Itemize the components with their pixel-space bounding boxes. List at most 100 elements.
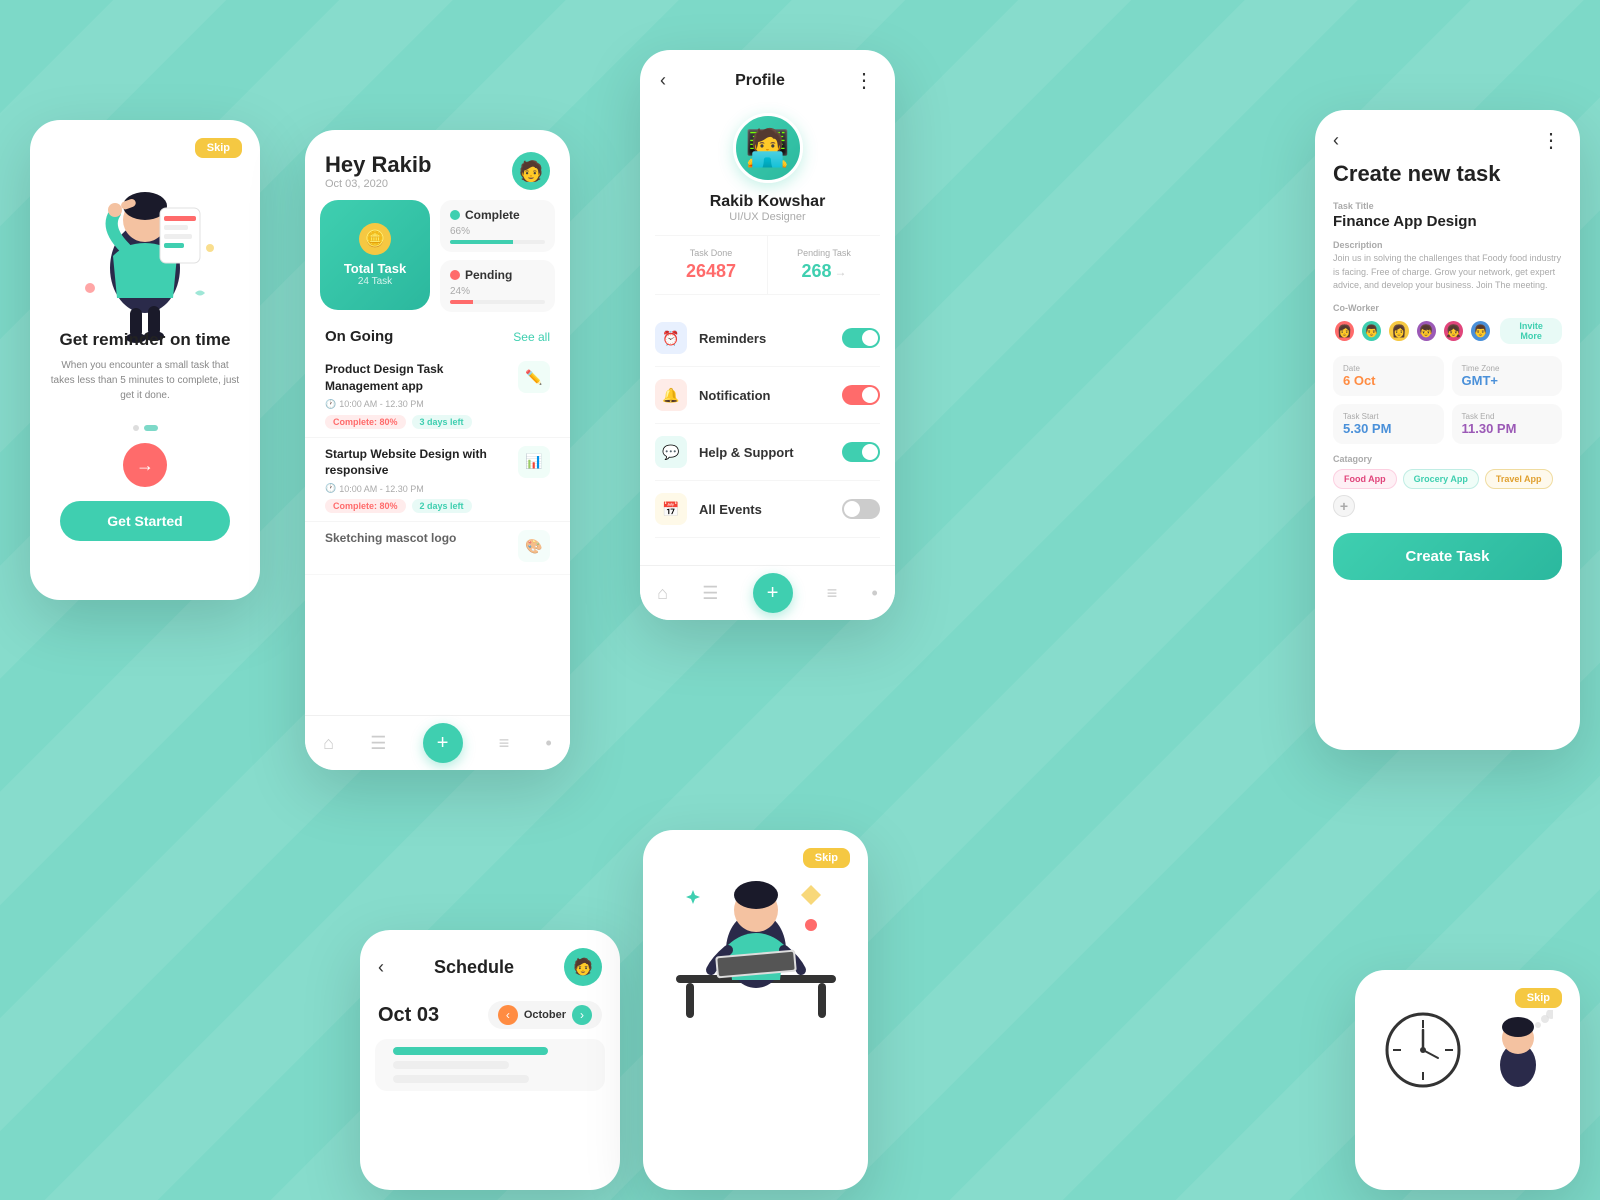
nav-filter-icon[interactable]: ☰ bbox=[370, 733, 386, 754]
reminders-toggle[interactable] bbox=[842, 328, 880, 348]
schedule-back-button[interactable]: ‹ bbox=[378, 957, 384, 978]
task-item-1-badges: Complete: 80% 3 days left bbox=[325, 415, 550, 429]
skip-button-2[interactable]: Skip bbox=[803, 848, 850, 868]
complete-mini-header: Complete bbox=[450, 208, 545, 222]
coin-icon: 🪙 bbox=[359, 223, 391, 255]
skip-button-3[interactable]: Skip bbox=[1515, 988, 1562, 1008]
nav-list-icon[interactable]: ≡ bbox=[499, 733, 510, 754]
profile-name: Rakib Kowshar bbox=[710, 193, 826, 211]
task-item-1-time: 🕐 10:00 AM - 12.30 PM bbox=[325, 399, 550, 410]
description-label: Description bbox=[1333, 240, 1562, 250]
profile-back-button[interactable]: ‹ bbox=[660, 70, 666, 91]
category-label: Catagory bbox=[1333, 454, 1562, 464]
reminders-label: Reminders bbox=[699, 331, 842, 346]
timezone-value: GMT+ bbox=[1462, 373, 1553, 388]
complete-dot bbox=[450, 210, 460, 220]
help-support-label: Help & Support bbox=[699, 445, 842, 460]
pending-task-label: Pending Task bbox=[768, 248, 880, 258]
complete-progress-bar bbox=[450, 240, 545, 244]
profile-nav-list[interactable]: ≡ bbox=[827, 583, 838, 604]
pending-pct: 24% bbox=[450, 286, 545, 297]
month-badge: ‹ October › bbox=[488, 1001, 602, 1029]
pending-label: Pending bbox=[465, 268, 512, 282]
setting-help-support[interactable]: 💬 Help & Support bbox=[655, 424, 880, 481]
help-support-toggle[interactable] bbox=[842, 442, 880, 462]
card-create-task: ‹ ⋮ Create new task Task Title Finance A… bbox=[1315, 110, 1580, 750]
chip-travel-app[interactable]: Travel App bbox=[1485, 469, 1553, 489]
task-title-value: Finance App Design bbox=[1333, 213, 1562, 230]
profile-header: ‹ Profile ⋮ bbox=[640, 50, 895, 103]
pending-dot bbox=[450, 270, 460, 280]
profile-avatar-section: 🧑‍💻 Rakib Kowshar UI/UX Designer bbox=[640, 103, 895, 235]
profile-more-button[interactable]: ⋮ bbox=[854, 68, 875, 93]
get-started-button[interactable]: Get Started bbox=[60, 501, 230, 541]
nav-more-icon[interactable]: • bbox=[546, 733, 552, 754]
task-item-2-name: Startup Website Design with responsive bbox=[325, 446, 518, 480]
ongoing-label: On Going bbox=[325, 328, 393, 345]
all-events-label: All Events bbox=[699, 502, 842, 517]
create-task-title: Create new task bbox=[1315, 161, 1580, 197]
fab-add-button[interactable]: + bbox=[423, 723, 463, 763]
setting-reminders[interactable]: ⏰ Reminders bbox=[655, 310, 880, 367]
setting-all-events[interactable]: 📅 All Events bbox=[655, 481, 880, 538]
task-item-2-badges: Complete: 80% 2 days left bbox=[325, 499, 550, 513]
task-item-3-icon: 🎨 bbox=[518, 530, 550, 562]
complete-pct: 66% bbox=[450, 226, 545, 237]
task-title-section: Task Title Finance App Design bbox=[1315, 197, 1580, 236]
dashboard-avatar[interactable]: 🧑 bbox=[512, 152, 550, 190]
coworker-section: Co-Worker 👩 👨 👩 👦 👧 👨 Invite More bbox=[1315, 299, 1580, 352]
create-task-header: ‹ ⋮ bbox=[1315, 110, 1580, 161]
total-task-count: 24 Task bbox=[358, 276, 392, 287]
coworker-avatar-6: 👨 bbox=[1469, 319, 1492, 343]
coworker-avatar-3: 👩 bbox=[1387, 319, 1410, 343]
all-events-toggle[interactable] bbox=[842, 499, 880, 519]
schedule-date-row: Oct 03 ‹ October › bbox=[360, 996, 620, 1039]
month-prev-button[interactable]: ‹ bbox=[498, 1005, 518, 1025]
chip-food-app[interactable]: Food App bbox=[1333, 469, 1397, 489]
task-item-3-header: Sketching mascot logo 🎨 bbox=[325, 530, 550, 562]
chip-add-button[interactable]: + bbox=[1333, 495, 1355, 517]
reminder-title: Get reminder on time bbox=[50, 330, 240, 350]
create-more-button[interactable]: ⋮ bbox=[1541, 128, 1562, 153]
skip-button[interactable]: Skip bbox=[195, 138, 242, 158]
category-section: Catagory Food App Grocery App Travel App… bbox=[1315, 450, 1580, 527]
notification-toggle[interactable] bbox=[842, 385, 880, 405]
date-cell: Date 6 Oct bbox=[1333, 356, 1444, 396]
create-task-button[interactable]: Create Task bbox=[1333, 533, 1562, 580]
create-back-button[interactable]: ‹ bbox=[1333, 130, 1339, 151]
coworker-avatar-4: 👦 bbox=[1415, 319, 1438, 343]
card-reminder2: Skip bbox=[643, 830, 868, 1190]
card-profile: ‹ Profile ⋮ 🧑‍💻 Rakib Kowshar UI/UX Desi… bbox=[640, 50, 895, 620]
task-item-1: Product Design Task Management app ✏️ 🕐 … bbox=[305, 353, 570, 438]
next-arrow-button[interactable]: → bbox=[123, 443, 167, 487]
schedule-date: Oct 03 bbox=[378, 1004, 439, 1027]
category-chips: Food App Grocery App Travel App + bbox=[1333, 469, 1562, 517]
profile-nav-filter[interactable]: ☰ bbox=[702, 583, 718, 604]
coworker-avatar-2: 👨 bbox=[1360, 319, 1383, 343]
task-info-grid: Date 6 Oct Time Zone GMT+ Task Start 5.3… bbox=[1315, 352, 1580, 450]
month-next-button[interactable]: › bbox=[572, 1005, 592, 1025]
notification-label: Notification bbox=[699, 388, 842, 403]
date-label: Date bbox=[1343, 364, 1434, 373]
dashboard-header-left: Hey Rakib Oct 03, 2020 bbox=[325, 152, 431, 190]
profile-fab-button[interactable]: + bbox=[753, 573, 793, 613]
chip-grocery-app[interactable]: Grocery App bbox=[1403, 469, 1479, 489]
invite-more-button[interactable]: Invite More bbox=[1500, 318, 1562, 344]
setting-notification[interactable]: 🔔 Notification bbox=[655, 367, 880, 424]
dot-2 bbox=[144, 425, 158, 431]
coworker-label: Co-Worker bbox=[1333, 303, 1562, 313]
task-title-label: Task Title bbox=[1333, 201, 1562, 211]
coworkers-avatars: 👩 👨 👩 👦 👧 👨 Invite More bbox=[1333, 318, 1562, 344]
total-task-box: 🪙 Total Task 24 Task bbox=[320, 200, 430, 310]
nav-home-icon[interactable]: ⌂ bbox=[323, 733, 334, 754]
see-all-button[interactable]: See all bbox=[513, 330, 550, 344]
task-done-value: 26487 bbox=[655, 261, 767, 282]
task-end-cell: Task End 11.30 PM bbox=[1452, 404, 1563, 444]
ongoing-section-header: On Going See all bbox=[305, 324, 570, 353]
task-item-2-header: Startup Website Design with responsive 📊 bbox=[325, 446, 550, 480]
schedule-avatar[interactable]: 🧑 bbox=[564, 948, 602, 986]
schedule-title: Schedule bbox=[434, 957, 514, 978]
profile-nav-home[interactable]: ⌂ bbox=[657, 583, 668, 604]
profile-nav-dot[interactable]: • bbox=[872, 583, 878, 604]
task-item-1-icon: ✏️ bbox=[518, 361, 550, 393]
